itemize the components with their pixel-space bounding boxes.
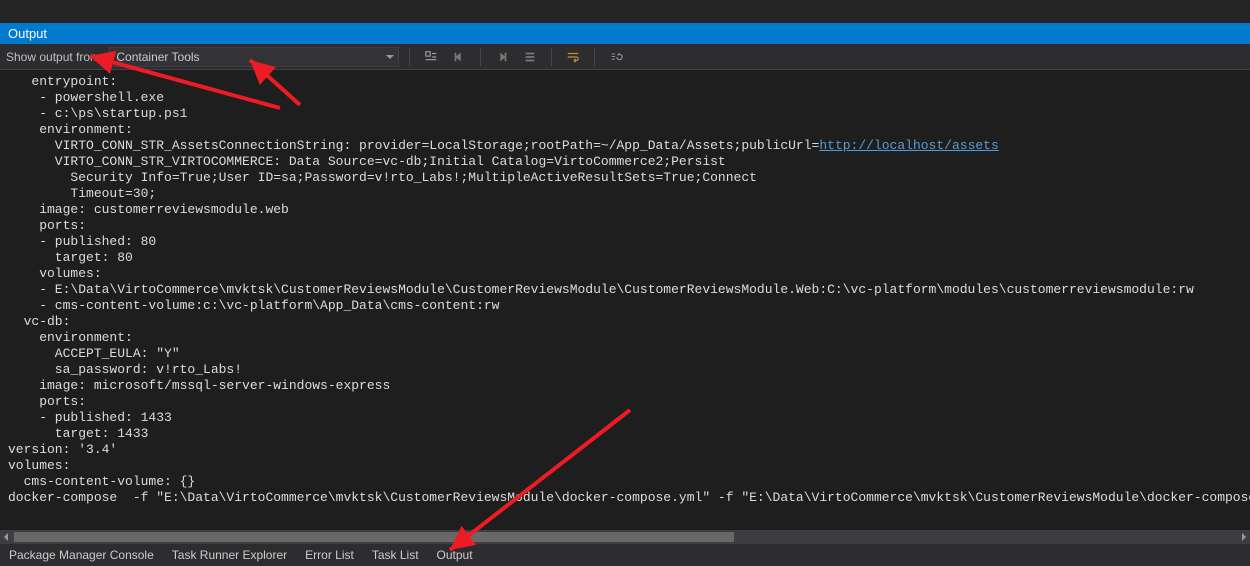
tab-task-list[interactable]: Task List bbox=[363, 544, 428, 566]
go-to-prev-button[interactable] bbox=[448, 47, 470, 67]
assets-url-link[interactable]: http://localhost/assets bbox=[819, 138, 998, 153]
tab-package-manager-console[interactable]: Package Manager Console bbox=[0, 544, 163, 566]
output-panel-title[interactable]: Output bbox=[0, 23, 1250, 44]
clear-all-button[interactable] bbox=[519, 47, 541, 67]
editor-gap bbox=[0, 0, 1250, 23]
go-to-next-button[interactable] bbox=[491, 47, 513, 67]
output-toolbar: Show output from: Container Tools bbox=[0, 44, 1250, 70]
show-output-label: Show output from: bbox=[6, 50, 103, 64]
chevron-down-icon bbox=[386, 55, 394, 59]
toolbar-divider bbox=[480, 48, 481, 66]
log-pre2: VIRTO_CONN_STR_VIRTOCOMMERCE: Data Sourc… bbox=[8, 154, 1250, 505]
bottom-tool-tabs: Package Manager Console Task Runner Expl… bbox=[0, 544, 1250, 566]
output-text-area[interactable]: entrypoint: - powershell.exe - c:\ps\sta… bbox=[0, 70, 1250, 530]
tab-output[interactable]: Output bbox=[428, 544, 482, 566]
toggle-word-wrap-button[interactable] bbox=[562, 47, 584, 67]
toolbar-divider bbox=[551, 48, 552, 66]
panel-title-text: Output bbox=[8, 26, 47, 41]
toolbar-divider bbox=[409, 48, 410, 66]
scrollbar-thumb[interactable] bbox=[14, 532, 734, 542]
tab-task-runner-explorer[interactable]: Task Runner Explorer bbox=[163, 544, 296, 566]
log-pre1: entrypoint: - powershell.exe - c:\ps\sta… bbox=[8, 74, 819, 153]
output-log: entrypoint: - powershell.exe - c:\ps\sta… bbox=[0, 70, 1250, 510]
reset-button[interactable] bbox=[605, 47, 627, 67]
output-source-select[interactable]: Container Tools bbox=[109, 47, 399, 67]
tab-error-list[interactable]: Error List bbox=[296, 544, 363, 566]
find-message-button[interactable] bbox=[420, 47, 442, 67]
toolbar-divider bbox=[594, 48, 595, 66]
horizontal-scrollbar[interactable] bbox=[0, 530, 1250, 544]
output-source-selected: Container Tools bbox=[116, 50, 199, 64]
